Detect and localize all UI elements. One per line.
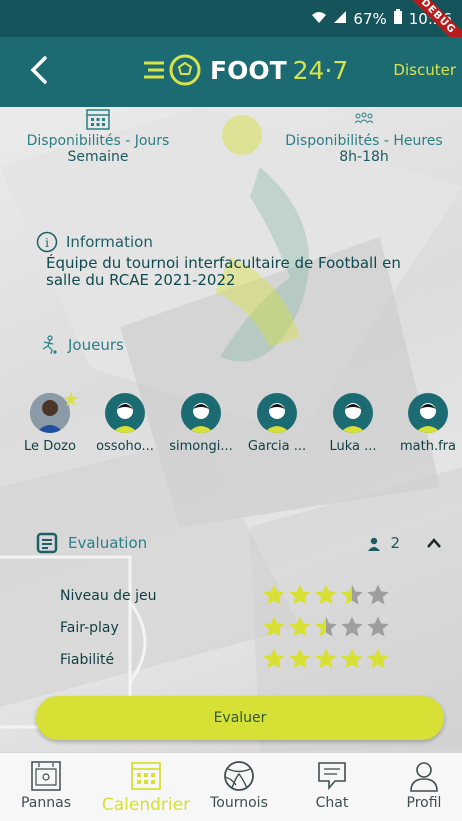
- player-name: math.fra: [400, 439, 456, 454]
- battery-level: 67%: [353, 10, 387, 28]
- player-avatar-icon: [408, 393, 448, 433]
- discuss-button[interactable]: Discuter: [393, 61, 456, 79]
- players-list: ★ Le Dozo ossoho... simongi... Garcia ..…: [0, 387, 462, 463]
- star-full-icon: [289, 616, 311, 637]
- player-avatar-icon: [105, 393, 145, 433]
- player-item[interactable]: ossoho...: [87, 393, 163, 454]
- nav-pannas[interactable]: Pannas: [0, 759, 92, 811]
- information-text: Équipe du tournoi interfacultaire de Foo…: [46, 254, 401, 289]
- nav-calendrier[interactable]: Calendrier: [100, 759, 192, 815]
- star-full-icon: [367, 648, 389, 669]
- wifi-icon: [311, 10, 327, 28]
- player-item[interactable]: simongi...: [163, 393, 239, 454]
- player-item[interactable]: ★ Le Dozo: [12, 387, 88, 454]
- star-half-icon: [341, 584, 363, 605]
- logo-text-foot: FOOT: [210, 55, 287, 85]
- captain-star-icon: ★: [62, 387, 80, 411]
- player-item[interactable]: Garcia ...: [239, 393, 315, 454]
- nav-label: Tournois: [210, 795, 268, 811]
- nav-tournois[interactable]: Tournois: [193, 759, 285, 811]
- player-item[interactable]: math.fra: [390, 393, 462, 454]
- star-full-icon: [315, 584, 337, 605]
- status-bar: 67% 10:26 DEBUG: [0, 0, 462, 54]
- logo-text-247: 24·7: [292, 55, 349, 85]
- person-count-icon: [368, 537, 380, 551]
- star-empty-icon: [341, 616, 363, 637]
- availability-hours-value: 8h-18h: [339, 149, 389, 165]
- logo-ball-icon: [144, 54, 201, 86]
- battery-icon: [393, 9, 403, 29]
- player-avatar-icon: [257, 393, 297, 433]
- criteria-label: Fair-play: [60, 620, 119, 636]
- player-name: Garcia ...: [247, 439, 307, 454]
- player-item[interactable]: Luka ...: [315, 393, 391, 454]
- availability-days-label: Disponibilités - Jours: [26, 133, 170, 149]
- document-icon: [36, 532, 58, 554]
- chat-icon: [318, 762, 346, 791]
- availability-hours-label: Disponibilités - Heures: [285, 133, 443, 149]
- nav-label: Chat: [315, 795, 349, 811]
- information-heading: i Information: [36, 231, 153, 253]
- evaluation-header[interactable]: Evaluation 2: [36, 532, 446, 556]
- criteria-label: Niveau de jeu: [60, 588, 157, 604]
- ball-icon: [224, 761, 254, 791]
- player-name: Luka ...: [329, 439, 377, 454]
- group-icon: [354, 112, 374, 124]
- availability-days: Disponibilités - Jours Semaine: [0, 107, 198, 165]
- info-icon: i: [36, 231, 58, 253]
- availability-days-value: Semaine: [67, 149, 129, 165]
- chevron-left-icon: [30, 56, 47, 84]
- evaluate-button[interactable]: Evaluer: [36, 696, 444, 740]
- star-half-icon: [315, 616, 337, 637]
- star-full-icon: [315, 648, 337, 669]
- player-avatar-icon: [333, 393, 373, 433]
- player-name: simongi...: [169, 439, 233, 454]
- app-logo: FOOT 24·7: [142, 53, 348, 87]
- signal-icon: [333, 10, 347, 28]
- player-kick-icon: [42, 335, 57, 355]
- nav-label: Pannas: [20, 795, 71, 811]
- stadium-icon: [31, 761, 61, 791]
- information-title: Information: [66, 233, 153, 251]
- criteria-label: Fiabilité: [60, 652, 115, 668]
- star-full-icon: [289, 584, 311, 605]
- star-full-icon: [263, 584, 285, 605]
- player-name: Le Dozo: [24, 439, 76, 454]
- calendar-icon: [86, 109, 110, 130]
- evaluation-count: 2: [390, 534, 400, 552]
- nav-profil[interactable]: Profil: [378, 759, 462, 811]
- star-full-icon: [289, 648, 311, 669]
- evaluation-title: Evaluation: [68, 534, 148, 552]
- rating-stars: [262, 647, 390, 671]
- availability-hours: Disponibilités - Heures 8h-18h: [264, 107, 462, 165]
- star-full-icon: [263, 616, 285, 637]
- person-icon: [410, 762, 438, 792]
- team-detail-content: Disponibilités - Jours Semaine Disponibi…: [0, 107, 462, 752]
- player-avatar-icon: [181, 393, 221, 433]
- players-title: Joueurs: [68, 336, 124, 354]
- star-full-icon: [341, 648, 363, 669]
- star-empty-icon: [367, 584, 389, 605]
- svg-text:i: i: [45, 236, 49, 250]
- back-button[interactable]: [22, 53, 56, 87]
- rating-stars: [262, 615, 390, 639]
- app-bar: FOOT 24·7 Discuter: [0, 37, 462, 107]
- star-full-icon: [263, 648, 285, 669]
- bottom-navigation: Pannas Calendrier Tournois Chat Profil: [0, 752, 462, 821]
- players-heading: Joueurs: [40, 335, 124, 355]
- nav-chat[interactable]: Chat: [286, 759, 378, 811]
- calendar-icon: [131, 762, 161, 790]
- chevron-up-icon[interactable]: [426, 530, 442, 554]
- nav-label: Profil: [406, 795, 442, 811]
- nav-label: Calendrier: [101, 795, 191, 815]
- player-name: ossoho...: [96, 439, 154, 454]
- star-empty-icon: [367, 616, 389, 637]
- rating-stars: [262, 583, 390, 607]
